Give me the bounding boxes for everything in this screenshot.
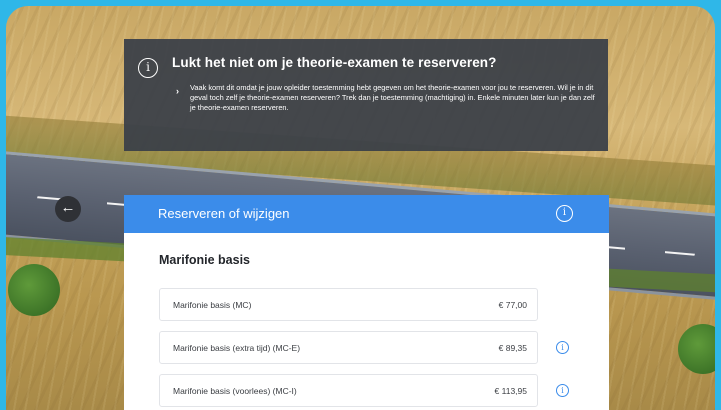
panel-title: Reserveren of wijzigen: [158, 206, 290, 221]
banner-title: Lukt het niet om je theorie-examen te re…: [172, 55, 497, 70]
reservation-panel: Reserveren of wijzigen i Marifonie basis…: [124, 195, 609, 410]
option-price: € 89,35: [498, 343, 527, 353]
option-price: € 113,95: [494, 386, 527, 396]
option-name: Marifonie basis (MC): [173, 300, 252, 310]
app-frame: i Lukt het niet om je theorie-examen te …: [6, 6, 715, 410]
info-icon[interactable]: i: [556, 341, 569, 354]
exam-option-mc-e[interactable]: Marifonie basis (extra tijd) (MC-E) € 89…: [159, 331, 538, 364]
panel-header: Reserveren of wijzigen i: [124, 195, 609, 233]
tree: [8, 264, 60, 316]
banner-body: Vaak komt dit omdat je jouw opleider toe…: [190, 83, 595, 113]
reservation-info-banner: i Lukt het niet om je theorie-examen te …: [124, 39, 608, 151]
arrow-left-icon: ←: [60, 199, 76, 216]
option-price: € 77,00: [498, 300, 527, 310]
exam-option-mc-i[interactable]: Marifonie basis (voorlees) (MC-I) € 113,…: [159, 374, 538, 407]
back-button[interactable]: ←: [55, 196, 81, 222]
info-icon[interactable]: i: [556, 384, 569, 397]
exam-option-mc[interactable]: Marifonie basis (MC) € 77,00: [159, 288, 538, 321]
info-icon[interactable]: i: [556, 205, 573, 222]
chevron-right-icon: ›: [176, 86, 179, 96]
section-title: Marifonie basis: [159, 253, 250, 267]
option-name: Marifonie basis (extra tijd) (MC-E): [173, 343, 301, 353]
info-icon: i: [138, 58, 158, 78]
option-name: Marifonie basis (voorlees) (MC-I): [173, 386, 297, 396]
